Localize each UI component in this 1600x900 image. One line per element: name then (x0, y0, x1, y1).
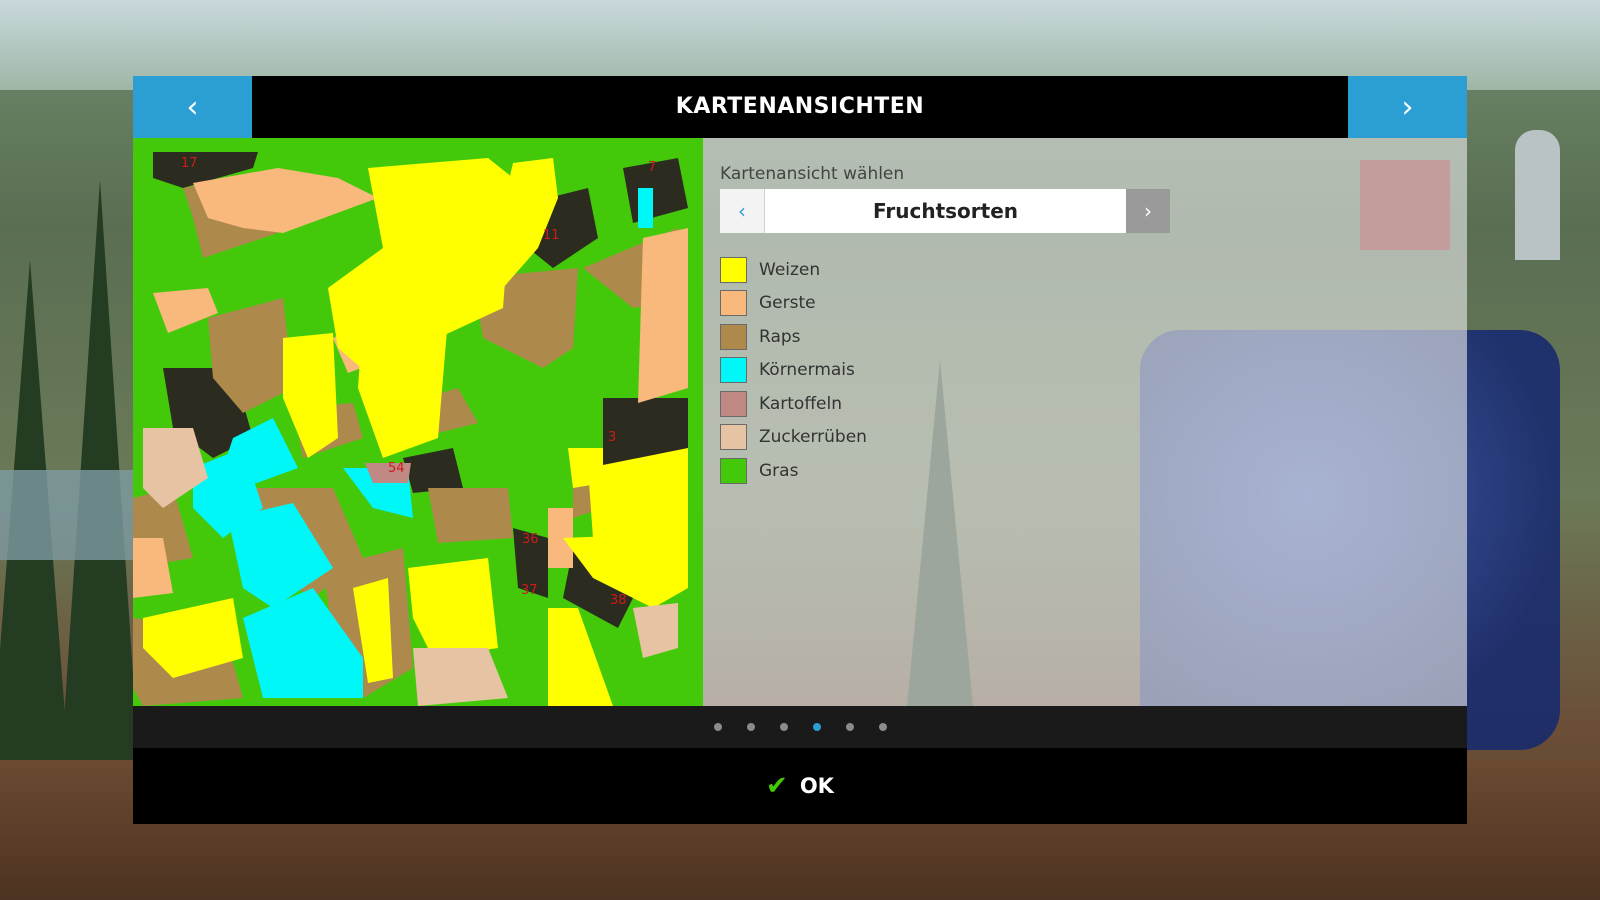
page-dot[interactable] (746, 723, 755, 731)
legend-label: Körnermais (759, 360, 855, 381)
ok-button-label: OK (799, 774, 834, 798)
map-view-selector[interactable]: ‹ Fruchtsorten › (720, 189, 1170, 233)
dialog-header: ‹ KARTENANSICHTEN › (133, 76, 1467, 138)
legend-item-kartoffeln: Kartoffeln (720, 387, 867, 421)
legend-swatch (720, 357, 747, 384)
field-number-label: 54 (388, 461, 405, 476)
page-dot[interactable] (878, 723, 887, 731)
chevron-right-icon: › (1144, 199, 1152, 223)
legend-swatch (720, 290, 747, 317)
field-number-label: 36 (522, 532, 539, 547)
chevron-left-icon: ‹ (738, 199, 746, 223)
page-title: KARTENANSICHTEN (675, 94, 925, 119)
legend-item-raps: Raps (720, 320, 867, 354)
legend-label: Gerste (759, 293, 816, 314)
legend-item-gerste: Gerste (720, 287, 867, 321)
field-number-label: 7 (648, 160, 656, 175)
field-number-label: 3 (608, 430, 616, 445)
page-dot[interactable] (812, 723, 821, 731)
page-dot[interactable] (845, 723, 854, 731)
page-indicator (133, 706, 1467, 748)
ok-button[interactable]: ✔ OK (133, 748, 1467, 824)
legend-label: Gras (759, 460, 799, 481)
legend-label: Zuckerrüben (759, 427, 867, 448)
field-number-label: 11 (543, 228, 560, 243)
chevron-left-icon: ‹ (186, 89, 199, 125)
farm-map[interactable]: 17 7 11 3 54 36 37 38 (133, 138, 703, 706)
dialog-body: 17 7 11 3 54 36 37 38 Kartenansicht wähl… (133, 138, 1467, 706)
legend-swatch (720, 390, 747, 417)
crop-legend: Weizen Gerste Raps Körnermais Kartoffeln (720, 253, 867, 488)
field-number-label: 38 (610, 593, 627, 608)
field-number-label: 17 (181, 156, 198, 171)
background-silo (1515, 130, 1560, 260)
legend-item-weizen: Weizen (720, 253, 867, 287)
map-view-value: Fruchtsorten (765, 189, 1126, 233)
background-water (0, 470, 150, 560)
legend-swatch (720, 424, 747, 451)
map-views-dialog: ‹ KARTENANSICHTEN › 17 7 11 3 54 36 37 3… (133, 76, 1467, 824)
next-page-button[interactable]: › (1348, 76, 1467, 138)
map-view-select-label: Kartenansicht wählen (720, 164, 905, 184)
prev-page-button[interactable]: ‹ (133, 76, 252, 138)
legend-label: Raps (759, 326, 801, 347)
legend-swatch (720, 256, 747, 283)
page-dot[interactable] (713, 723, 722, 731)
check-icon: ✔ (766, 771, 788, 801)
legend-swatch (720, 323, 747, 350)
legend-item-koernermais: Körnermais (720, 354, 867, 388)
legend-swatch (720, 457, 747, 484)
legend-label: Kartoffeln (759, 393, 842, 414)
page-dot[interactable] (779, 723, 788, 731)
legend-label: Weizen (759, 259, 821, 280)
map-view-panel: Kartenansicht wählen ‹ Fruchtsorten › We… (703, 138, 1467, 706)
chevron-right-icon: › (1401, 89, 1414, 125)
map-view-next-button[interactable]: › (1126, 189, 1170, 233)
map-view-prev-button[interactable]: ‹ (720, 189, 765, 233)
legend-item-gras: Gras (720, 454, 867, 488)
field-number-label: 37 (521, 583, 538, 598)
legend-item-zuckerrueben: Zuckerrüben (720, 421, 867, 455)
